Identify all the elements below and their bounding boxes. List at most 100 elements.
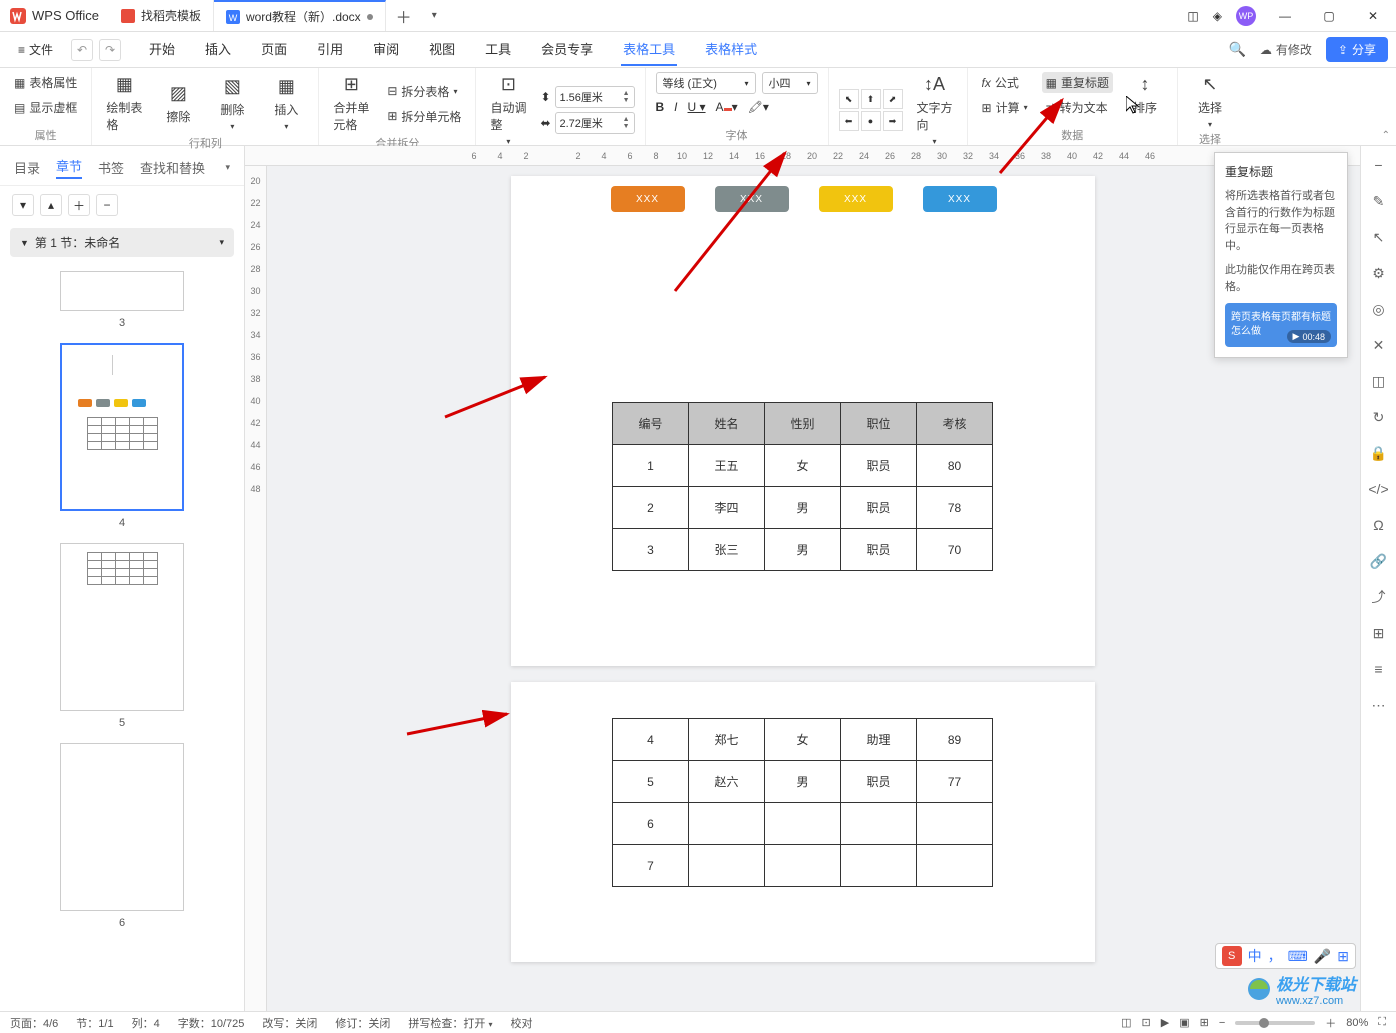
avatar[interactable]: WP bbox=[1236, 6, 1256, 26]
zoom-out-button[interactable]: − bbox=[1219, 1017, 1225, 1029]
status-words[interactable]: 字数：10/725 bbox=[178, 1015, 245, 1031]
status-page[interactable]: 页面：4/6 bbox=[10, 1015, 58, 1031]
ribbon-collapse-button[interactable]: ⌃ bbox=[1382, 130, 1390, 141]
table-header[interactable]: 职位 bbox=[841, 403, 917, 445]
table-header[interactable]: 姓名 bbox=[689, 403, 765, 445]
link-icon[interactable]: 🔗 bbox=[1370, 552, 1388, 570]
view-mode-2[interactable]: ⊡ bbox=[1142, 1016, 1151, 1029]
align-tc[interactable]: ⬆ bbox=[861, 89, 881, 109]
menu-item-9[interactable]: 表格样式 bbox=[703, 33, 759, 66]
nav-tab-0[interactable]: 目录 bbox=[14, 158, 40, 177]
merge-cells-button[interactable]: ⊞合并单元格 bbox=[329, 72, 373, 135]
menu-item-0[interactable]: 开始 bbox=[147, 33, 177, 66]
formula-button[interactable]: fx公式 bbox=[978, 72, 1032, 93]
tab-add-button[interactable]: ＋ bbox=[386, 0, 422, 31]
menu-item-5[interactable]: 视图 bbox=[427, 33, 457, 66]
align-tr[interactable]: ⬈ bbox=[883, 89, 903, 109]
text-direction-button[interactable]: ↕A文字方向▾ bbox=[913, 72, 957, 148]
page-thumbnail-3[interactable] bbox=[60, 271, 184, 311]
sort-button[interactable]: ↕排序 bbox=[1123, 72, 1167, 118]
menu-item-4[interactable]: 审阅 bbox=[371, 33, 401, 66]
col-width-input[interactable]: 2.72厘米▲▼ bbox=[555, 112, 635, 134]
bookmark-icon[interactable]: ◫ bbox=[1370, 372, 1388, 390]
remove-section-button[interactable]: − bbox=[96, 194, 118, 216]
delete-button[interactable]: ▧删除▾ bbox=[210, 74, 254, 133]
has-changes[interactable]: ☁ 有修改 bbox=[1260, 41, 1312, 58]
pen-icon[interactable]: ✎ bbox=[1370, 192, 1388, 210]
sogou-icon[interactable]: S bbox=[1222, 946, 1242, 966]
table-row[interactable]: 5赵六男职员77 bbox=[613, 761, 993, 803]
lock-icon[interactable]: 🔒 bbox=[1370, 444, 1388, 462]
nav-dropdown-icon[interactable]: ▾ bbox=[225, 162, 230, 173]
nav-tab-2[interactable]: 书签 bbox=[98, 158, 124, 177]
view-mode-4[interactable]: ▣ bbox=[1179, 1016, 1189, 1029]
page-thumbnail-5[interactable] bbox=[60, 543, 184, 711]
page-thumbnail-6[interactable] bbox=[60, 743, 184, 911]
ai-icon[interactable]: ◎ bbox=[1370, 300, 1388, 318]
expand-button[interactable]: ▴ bbox=[40, 194, 62, 216]
settings-icon[interactable]: ⚙ bbox=[1370, 264, 1388, 282]
row-height-input[interactable]: 1.56厘米▲▼ bbox=[555, 86, 635, 108]
export-icon[interactable]: ⤴ bbox=[1370, 588, 1388, 606]
status-col[interactable]: 列：4 bbox=[132, 1015, 160, 1031]
font-size-select[interactable]: 小四▾ bbox=[762, 72, 818, 94]
nav-tab-3[interactable]: 查找和替换 bbox=[140, 158, 205, 177]
ime-voice[interactable]: 🎤 bbox=[1314, 948, 1331, 965]
select-button[interactable]: ↖选择▾ bbox=[1188, 72, 1232, 131]
minimize-button[interactable]: — bbox=[1270, 1, 1300, 31]
table-row[interactable]: 3张三男职员70 bbox=[613, 529, 993, 571]
tab-document[interactable]: W word教程（新）.docx bbox=[214, 0, 386, 31]
status-spell[interactable]: 拼写检查：打开 ▾ bbox=[408, 1015, 492, 1031]
table-header[interactable]: 编号 bbox=[613, 403, 689, 445]
undo-button[interactable]: ↶ bbox=[71, 39, 93, 61]
view-mode-1[interactable]: ◫ bbox=[1121, 1016, 1131, 1029]
eraser-button[interactable]: ▨擦除 bbox=[156, 81, 200, 127]
menu-item-6[interactable]: 工具 bbox=[483, 33, 513, 66]
search-icon[interactable]: 🔍 bbox=[1228, 41, 1245, 58]
status-proof[interactable]: 校对 bbox=[510, 1015, 532, 1031]
ime-more[interactable]: ⊞ bbox=[1337, 948, 1349, 965]
refresh-icon[interactable]: ↻ bbox=[1370, 408, 1388, 426]
underline-button[interactable]: U ▾ bbox=[688, 100, 706, 114]
align-tl[interactable]: ⬉ bbox=[839, 89, 859, 109]
repeat-header-button[interactable]: ▦重复标题 bbox=[1042, 72, 1113, 93]
italic-button[interactable]: I bbox=[674, 100, 677, 114]
menu-item-3[interactable]: 引用 bbox=[315, 33, 345, 66]
table-row[interactable]: 7 bbox=[613, 845, 993, 887]
table-header[interactable]: 考核 bbox=[917, 403, 993, 445]
split-cell-button[interactable]: ⊞拆分单元格 bbox=[383, 106, 465, 127]
ime-punct[interactable]: ， bbox=[1268, 946, 1282, 966]
show-gridlines-button[interactable]: ▤显示虚框 bbox=[10, 97, 81, 118]
tools-icon[interactable]: ✕ bbox=[1370, 336, 1388, 354]
table-header[interactable]: 性别 bbox=[765, 403, 841, 445]
menu-item-8[interactable]: 表格工具 bbox=[621, 33, 677, 66]
cube-icon[interactable]: ◈ bbox=[1213, 9, 1222, 23]
grid-icon[interactable]: ⊞ bbox=[1370, 624, 1388, 642]
tab-templates[interactable]: 找稻壳模板 bbox=[109, 0, 214, 31]
align-mc[interactable]: ● bbox=[861, 111, 881, 131]
align-mr[interactable]: ➡ bbox=[883, 111, 903, 131]
close-button[interactable]: ✕ bbox=[1358, 1, 1388, 31]
calc-button[interactable]: ⊞计算▾ bbox=[978, 97, 1032, 118]
section-item[interactable]: ▼ 第 1 节：未命名 ▾ bbox=[10, 228, 234, 257]
font-color-button[interactable]: A▾ bbox=[716, 100, 738, 114]
share-button[interactable]: ⇪ 分享 bbox=[1326, 37, 1388, 62]
convert-text-button[interactable]: ⇄转为文本 bbox=[1042, 97, 1113, 118]
view-mode-5[interactable]: ⊞ bbox=[1200, 1016, 1209, 1029]
code-icon[interactable]: </> bbox=[1370, 480, 1388, 498]
menu-item-1[interactable]: 插入 bbox=[203, 33, 233, 66]
table-row[interactable]: 6 bbox=[613, 803, 993, 845]
zoom-slider[interactable] bbox=[1235, 1021, 1315, 1025]
table-row[interactable]: 4郑七女助理89 bbox=[613, 719, 993, 761]
layout-icon[interactable]: ◫ bbox=[1187, 9, 1198, 23]
data-table-1[interactable]: 编号姓名性别职位考核 1王五女职员802李四男职员783张三男职员70 bbox=[612, 402, 993, 571]
align-ml[interactable]: ⬅ bbox=[839, 111, 859, 131]
status-track[interactable]: 修订：关闭 bbox=[335, 1015, 390, 1031]
redo-button[interactable]: ↷ bbox=[99, 39, 121, 61]
ime-keyboard[interactable]: ⌨ bbox=[1288, 948, 1308, 965]
tooltip-video[interactable]: 跨页表格每页都有标题怎么做 ▶00:48 bbox=[1225, 303, 1337, 347]
highlight-button[interactable]: 🖍▾ bbox=[748, 100, 769, 114]
status-section[interactable]: 节：1/1 bbox=[76, 1015, 113, 1031]
table-props-button[interactable]: ▦表格属性 bbox=[10, 72, 81, 93]
view-mode-3[interactable]: ▶ bbox=[1161, 1016, 1169, 1029]
